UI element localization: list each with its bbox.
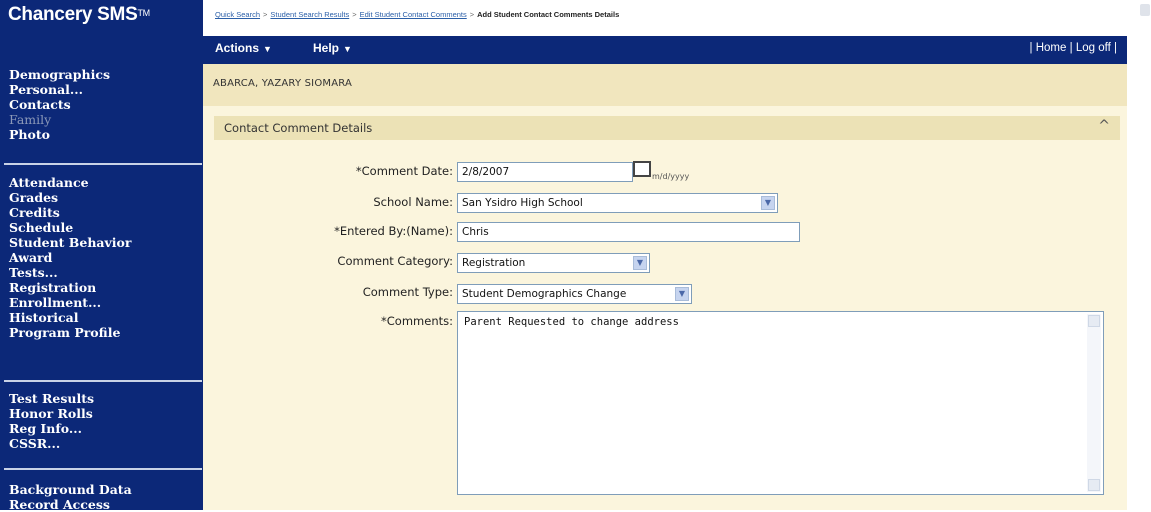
actions-menu[interactable]: Actions ▼ (215, 41, 272, 55)
nav-group-demographics: Demographics Personal... Contacts Family… (0, 67, 203, 142)
date-format-hint: m/d/yyyy (652, 172, 690, 181)
student-header: ABARCA, YAZARY SIOMARA (203, 64, 1127, 106)
comment-type-value: Student Demographics Change (462, 288, 627, 300)
nav-item-test-results[interactable]: Test Results (0, 391, 203, 406)
breadcrumb: Quick Search > Student Search Results > Edit… (215, 10, 619, 24)
breadcrumb-student-search-results[interactable]: Student Search Results (270, 10, 349, 19)
comments-textarea[interactable]: Parent Requested to change address (457, 311, 1104, 495)
nav-item-background-data[interactable]: Background Data (0, 482, 203, 497)
breadcrumb-edit-student-contact-comments[interactable]: Edit Student Contact Comments (360, 10, 467, 19)
nav-group-results: Test Results Honor Rolls Reg Info... CSS… (0, 391, 203, 451)
nav-item-tests[interactable]: Tests... (0, 265, 203, 280)
comment-type-label: Comment Type: (362, 285, 453, 299)
nav-item-family[interactable]: Family (0, 112, 203, 127)
nav-item-enrollment[interactable]: Enrollment... (0, 295, 203, 310)
app-logo: Chancery SMSTM (8, 4, 150, 25)
nav-item-demographics[interactable]: Demographics (0, 67, 203, 82)
link-separator: | (1069, 42, 1073, 54)
nav-item-grades[interactable]: Grades (0, 190, 203, 205)
nav-item-honor-rolls[interactable]: Honor Rolls (0, 406, 203, 421)
panel-header: Contact Comment Details ^ (214, 116, 1120, 140)
school-name-select[interactable]: San Ysidro High School ▼ (457, 193, 778, 213)
breadcrumb-quick-search[interactable]: Quick Search (215, 10, 260, 19)
caret-down-icon: ▼ (263, 44, 272, 54)
chevron-down-icon[interactable]: ▼ (633, 256, 647, 270)
comments-text: Parent Requested to change address (464, 316, 679, 328)
link-separator: | (1029, 42, 1033, 54)
nav-item-student-behavior[interactable]: Student Behavior (0, 235, 203, 250)
comment-category-label: Comment Category: (337, 254, 453, 268)
menu-bar: Actions ▼ Help ▼ | Home | Log off | (203, 36, 1127, 64)
window-scrollbar[interactable] (1140, 4, 1150, 16)
caret-down-icon: ▼ (343, 44, 352, 54)
nav-item-historical[interactable]: Historical (0, 310, 203, 325)
panel-title: Contact Comment Details (224, 121, 373, 135)
breadcrumb-separator: > (263, 10, 268, 19)
breadcrumb-separator: > (352, 10, 357, 19)
school-name-value: San Ysidro High School (462, 197, 583, 209)
nav-divider (4, 163, 202, 165)
comment-category-select[interactable]: Registration ▼ (457, 253, 650, 273)
nav-item-award[interactable]: Award (0, 250, 203, 265)
scroll-down-icon[interactable] (1088, 479, 1100, 491)
comment-date-label: *Comment Date: (355, 164, 453, 178)
nav-divider (4, 468, 202, 470)
entered-by-label: *Entered By:(Name): (334, 224, 453, 238)
nav-item-schedule[interactable]: Schedule (0, 220, 203, 235)
help-menu-label: Help (313, 41, 340, 55)
entered-by-input[interactable]: Chris (457, 222, 800, 242)
link-separator: | (1114, 42, 1117, 54)
scroll-up-icon[interactable] (1088, 315, 1100, 327)
nav-group-academics: Attendance Grades Credits Schedule Stude… (0, 175, 203, 340)
home-link[interactable]: Home (1036, 42, 1067, 54)
nav-item-contacts[interactable]: Contacts (0, 97, 203, 112)
nav-divider (4, 380, 202, 382)
nav-group-background: Background Data Record Access (0, 482, 203, 512)
breadcrumb-current: Add Student Contact Comments Details (477, 10, 620, 19)
comments-label: *Comments: (381, 314, 453, 328)
actions-menu-label: Actions (215, 41, 260, 55)
logoff-link[interactable]: Log off (1076, 42, 1111, 54)
comment-type-select[interactable]: Student Demographics Change ▼ (457, 284, 692, 304)
comment-date-input[interactable]: 2/8/2007 (457, 162, 633, 182)
sidebar: Chancery SMSTM Demographics Personal... … (0, 0, 203, 512)
nav-item-program-profile[interactable]: Program Profile (0, 325, 203, 340)
nav-item-attendance[interactable]: Attendance (0, 175, 203, 190)
nav-item-credits[interactable]: Credits (0, 205, 203, 220)
chevron-down-icon[interactable]: ▼ (675, 287, 689, 301)
student-name: ABARCA, YAZARY SIOMARA (213, 78, 353, 89)
calendar-icon[interactable] (633, 161, 651, 177)
nav-item-reg-info[interactable]: Reg Info... (0, 421, 203, 436)
top-links: | Home | Log off | (1030, 42, 1117, 54)
breadcrumb-separator: > (469, 10, 475, 19)
nav-item-personal[interactable]: Personal... (0, 82, 203, 97)
textarea-scrollbar[interactable] (1087, 314, 1101, 492)
comment-category-value: Registration (462, 257, 526, 269)
school-name-label: School Name: (373, 195, 453, 209)
chevron-down-icon[interactable]: ▼ (761, 196, 775, 210)
help-menu[interactable]: Help ▼ (313, 41, 352, 55)
page-margin (1127, 36, 1151, 510)
nav-item-cssr[interactable]: CSSR... (0, 436, 203, 451)
nav-item-registration[interactable]: Registration (0, 280, 203, 295)
collapse-icon[interactable]: ^ (1098, 118, 1110, 134)
nav-item-photo[interactable]: Photo (0, 127, 203, 142)
